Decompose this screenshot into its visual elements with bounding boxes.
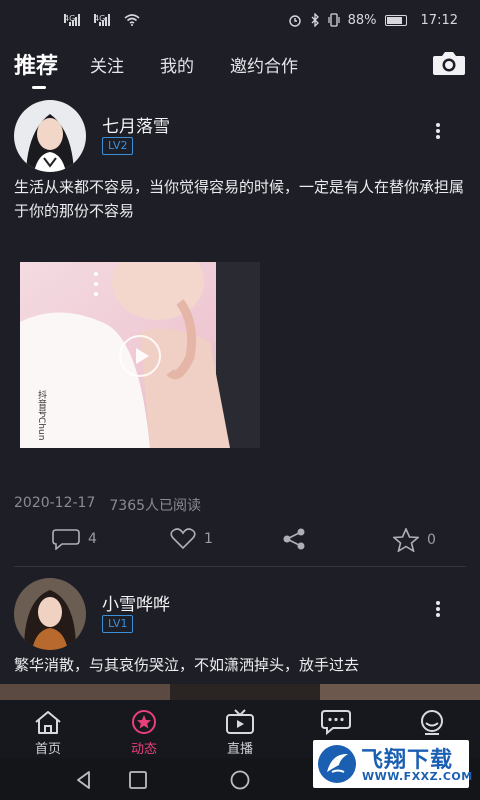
- site-url: WWW.FXXZ.COM: [362, 770, 473, 783]
- nav-home[interactable]: 首页: [0, 700, 96, 758]
- avatar[interactable]: [14, 578, 86, 650]
- post-card: 小雪哗哗 LV1 繁华消散，与其哀伤哭泣，不如潇洒掉头，放手过去: [0, 0, 480, 700]
- post-text: 繁华消散，与其哀伤哭泣，不如潇洒掉头，放手过去: [14, 656, 360, 674]
- message-icon: [321, 710, 351, 735]
- more-options-icon[interactable]: [434, 599, 442, 621]
- profile-icon: [421, 710, 443, 735]
- post-username[interactable]: 小雪哗哗: [102, 590, 170, 615]
- tv-icon: [226, 709, 254, 734]
- nav-feed[interactable]: 动态: [96, 700, 192, 758]
- level-badge: LV1: [102, 615, 134, 633]
- site-watermark-badge: 飞翔下载 WWW.FXXZ.COM: [313, 740, 472, 788]
- nav-label-feed: 动态: [130, 742, 157, 757]
- recent-apps-icon[interactable]: [128, 770, 148, 790]
- nav-label-live: 直播: [226, 742, 253, 757]
- back-icon[interactable]: [74, 770, 94, 790]
- nav-label-home: 首页: [34, 742, 61, 757]
- star-icon: [132, 710, 156, 734]
- home-button-icon[interactable]: [229, 770, 251, 790]
- home-icon: [35, 711, 61, 734]
- site-logo-icon: [318, 745, 356, 783]
- nav-live[interactable]: 直播: [192, 700, 288, 758]
- image-strip[interactable]: [0, 684, 480, 700]
